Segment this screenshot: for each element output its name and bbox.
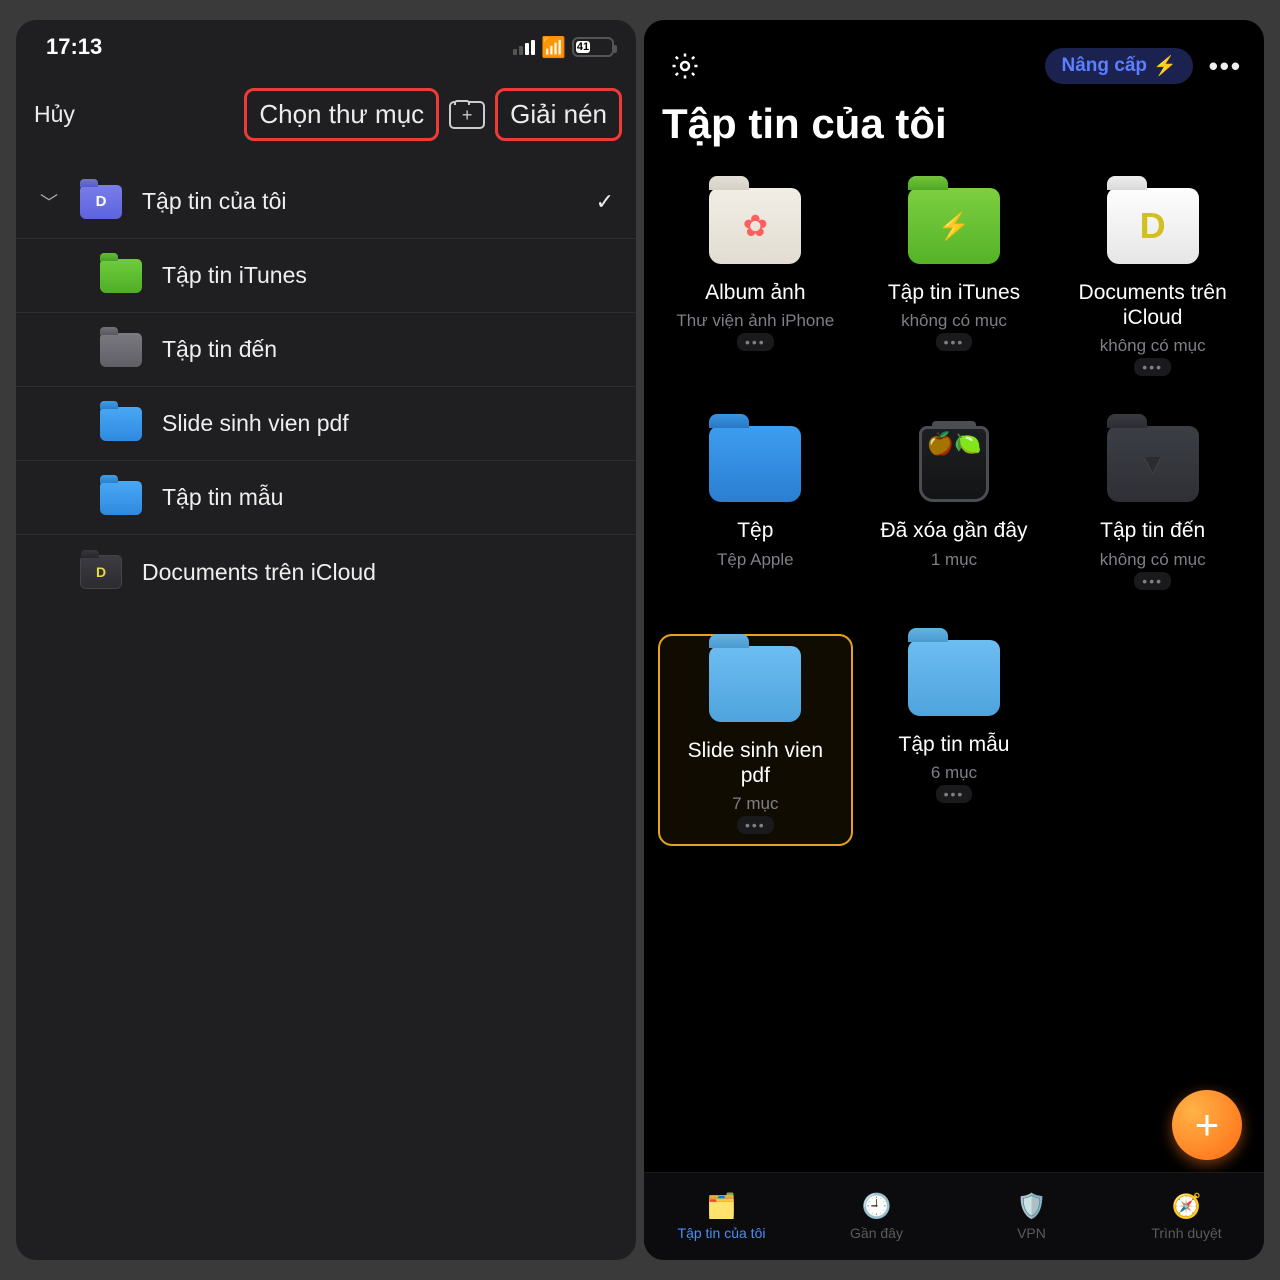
folder-icon	[100, 333, 142, 367]
folder-icon	[908, 188, 1000, 264]
compass-icon: 🧭	[1172, 1192, 1202, 1221]
chevron-down-icon[interactable]: ﹀	[38, 189, 60, 215]
choose-folder-button[interactable]: Chọn thư mục	[244, 88, 439, 141]
tile-more-icon[interactable]: •••	[737, 816, 774, 834]
tile-subtitle: Tệp Apple	[717, 550, 794, 570]
folder-icon	[709, 646, 801, 722]
tab-label: Trình duyệt	[1151, 1225, 1221, 1241]
tile-more-icon[interactable]: •••	[936, 785, 973, 803]
right-screen: Nâng cấp ⚡ ••• Tập tin của tôi Album ảnh…	[644, 20, 1264, 1260]
tile-more-icon[interactable]: •••	[1134, 358, 1171, 376]
tile-label: Tập tin đến	[1100, 518, 1205, 543]
tile-subtitle: 1 mục	[931, 550, 977, 570]
tile-more-icon[interactable]: •••	[737, 333, 774, 351]
folder-label: Slide sinh vien pdf	[162, 410, 614, 437]
upgrade-label: Nâng cấp	[1061, 55, 1147, 77]
folder-label: Documents trên iCloud	[142, 559, 614, 586]
folder-icon	[100, 407, 142, 441]
tab-my-files[interactable]: 🗂️ Tập tin của tôi	[644, 1173, 799, 1260]
folder-label: Tập tin mẫu	[162, 484, 614, 511]
tile-label: Đã xóa gần đây	[880, 518, 1027, 543]
folder-row[interactable]: Tập tin iTunes	[16, 239, 636, 313]
folder-icon	[1107, 426, 1199, 502]
shield-icon: 🛡️	[1017, 1192, 1047, 1221]
tile-label: Tệp	[737, 518, 773, 543]
tile-label: Tập tin iTunes	[888, 280, 1020, 305]
tab-bar: 🗂️ Tập tin của tôi 🕘 Gần đây 🛡️ VPN 🧭 Tr…	[644, 1172, 1264, 1260]
tab-recent[interactable]: 🕘 Gần đây	[799, 1173, 954, 1260]
tile-subtitle: 6 mục	[931, 763, 977, 783]
tile-trash[interactable]: 🍎🍋 Đã xóa gần đây 1 mục	[857, 420, 1052, 597]
upgrade-button[interactable]: Nâng cấp ⚡	[1045, 48, 1192, 84]
folder-row[interactable]: Tập tin đến	[16, 313, 636, 387]
tile-label: Documents trên iCloud	[1078, 280, 1228, 330]
plus-icon: +	[1195, 1101, 1220, 1149]
tile-subtitle: không có mục	[901, 311, 1007, 331]
folder-icon	[709, 188, 801, 264]
folder-grid: Album ảnh Thư viện ảnh iPhone ••• Tập ti…	[644, 156, 1264, 846]
extract-button[interactable]: Giải nén	[495, 88, 622, 141]
tile-label: Slide sinh vien pdf	[680, 738, 830, 788]
tile-more-icon[interactable]: •••	[1134, 572, 1171, 590]
tile-label: Tập tin mẫu	[899, 732, 1010, 757]
status-bar: 17:13 📶 41	[16, 20, 636, 68]
tile-subtitle: không có mục	[1100, 550, 1206, 570]
checkmark-icon: ✓	[596, 189, 614, 215]
tile-files-app[interactable]: Tệp Tệp Apple	[658, 420, 853, 597]
tab-vpn[interactable]: 🛡️ VPN	[954, 1173, 1109, 1260]
more-icon[interactable]: •••	[1209, 51, 1242, 82]
battery-icon: 41	[572, 37, 614, 57]
folder-row-icloud[interactable]: Documents trên iCloud	[16, 535, 636, 609]
left-header: Hủy Chọn thư mục + Giải nén	[16, 68, 636, 165]
tile-more-icon[interactable]: •••	[936, 333, 973, 351]
folder-icon	[100, 481, 142, 515]
tile-subtitle: không có mục	[1100, 336, 1206, 356]
status-time: 17:13	[46, 34, 102, 60]
tile-incoming[interactable]: Tập tin đến không có mục •••	[1055, 420, 1250, 597]
tile-subtitle: 7 mục	[732, 794, 778, 814]
tile-itunes[interactable]: Tập tin iTunes không có mục •••	[857, 182, 1052, 384]
tab-label: Tập tin của tôi	[678, 1225, 766, 1241]
tile-sample-files[interactable]: Tập tin mẫu 6 mục •••	[857, 634, 1052, 846]
wifi-icon: 📶	[541, 35, 566, 60]
tile-subtitle: Thư viện ảnh iPhone	[676, 311, 834, 331]
add-button[interactable]: +	[1172, 1090, 1242, 1160]
page-title: Tập tin của tôi	[644, 94, 1264, 156]
folder-label: Tập tin đến	[162, 336, 614, 363]
tile-label: Album ảnh	[705, 280, 805, 305]
settings-icon[interactable]	[668, 49, 702, 83]
folder-icon	[1107, 188, 1199, 264]
folder-icon	[80, 185, 122, 219]
folder-label: Tập tin iTunes	[162, 262, 614, 289]
cellular-icon	[513, 40, 535, 55]
folder-label: Tập tin của tôi	[142, 188, 576, 215]
folder-icon	[100, 259, 142, 293]
tile-icloud-docs[interactable]: Documents trên iCloud không có mục •••	[1055, 182, 1250, 384]
tab-label: VPN	[1017, 1225, 1046, 1241]
folder-icon	[80, 555, 122, 589]
folder-icon	[908, 640, 1000, 716]
folder-row[interactable]: Tập tin mẫu	[16, 461, 636, 535]
folder-icon: 🗂️	[707, 1192, 737, 1221]
tile-slide-pdf[interactable]: Slide sinh vien pdf 7 mục •••	[658, 634, 853, 846]
cancel-button[interactable]: Hủy	[34, 101, 75, 128]
tab-label: Gần đây	[850, 1225, 903, 1241]
right-header: Nâng cấp ⚡ •••	[644, 20, 1264, 94]
folder-row[interactable]: Slide sinh vien pdf	[16, 387, 636, 461]
folder-row-root[interactable]: ﹀ Tập tin của tôi ✓	[16, 165, 636, 239]
left-screen: 17:13 📶 41 Hủy Chọn thư mục + Giải nén ﹀…	[16, 20, 636, 1260]
clock-icon: 🕘	[862, 1192, 892, 1221]
tab-browser[interactable]: 🧭 Trình duyệt	[1109, 1173, 1264, 1260]
folder-icon	[709, 426, 801, 502]
status-indicators: 📶 41	[513, 35, 614, 60]
bolt-icon: ⚡	[1153, 54, 1177, 78]
tile-photos[interactable]: Album ảnh Thư viện ảnh iPhone •••	[658, 182, 853, 384]
trash-icon: 🍎🍋	[919, 426, 989, 502]
new-folder-icon[interactable]: +	[449, 101, 485, 129]
